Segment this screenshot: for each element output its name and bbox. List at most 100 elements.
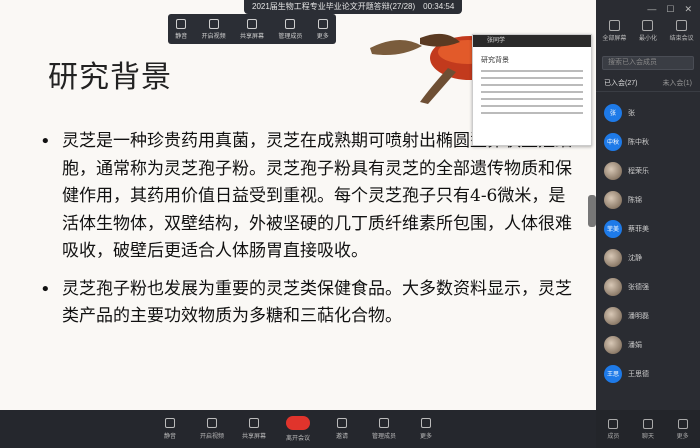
thumbnail-line [481,105,583,107]
slide-body: • 灵芝是一种珍贵药用真菌，灵芝在成熟期可喷射出椭圆型卵状生殖细胞，通常称为灵芝… [40,128,580,341]
participants-panel: — ☐ ✕ 全部屏幕 最小化 结束会议 搜索已入会成员 已入会(27) 未入会(… [596,0,700,448]
presenter-thumbnail[interactable]: 张同学 研究背景 [472,34,592,146]
thumbnail-line [481,70,583,72]
tool-label: 结束会议 [669,36,694,42]
top-mute-button[interactable]: 静音 [175,18,188,40]
participant-row[interactable]: 张张 [596,98,700,127]
chat-icon [642,418,653,429]
button-label: 共享屏幕 [241,434,266,440]
participant-row[interactable]: 潘娟 [596,330,700,359]
participant-name: 潘娟 [628,341,642,349]
participant-row[interactable]: 程荣乐 [596,156,700,185]
slide-scrollbar[interactable] [588,195,596,227]
tool-label: 最小化 [638,36,657,42]
avatar: 中秋 [604,132,622,151]
meeting-title: 2021届生物工程专业毕业论文开题答辩(27/28) 00:34:54 [244,0,463,14]
top-members-button[interactable]: 管理成员 [278,18,303,40]
participant-name: 陈中秋 [628,138,649,146]
avatar [604,190,622,209]
share-screen-icon [249,418,259,428]
menu-icon [677,418,688,429]
bullet-item: • 灵芝孢子粉也发展为重要的灵芝类保健食品。大多数资料显示，灵芝类产品的主要功效… [40,276,580,331]
more-button[interactable]: 更多 [408,418,444,440]
bullet-dot: • [40,278,51,300]
thumbnail-line [481,112,583,114]
participant-row[interactable]: 陈锦 [596,185,700,214]
leave-meeting-button[interactable]: 离开会议 [278,416,318,442]
button-label: 管理成员 [371,434,396,440]
window-controls: — ☐ ✕ [596,0,700,16]
button-label: 成员 [607,433,620,440]
member-search-input[interactable]: 搜索已入会成员 [602,56,694,70]
members-icon [379,418,389,428]
minimize-icon[interactable]: — [647,4,656,16]
fullscreen-button[interactable]: 全部屏幕 [602,20,626,54]
manage-members-button[interactable]: 管理成员 [366,418,402,440]
thumbnail-header: 张同学 [473,35,591,47]
button-label: 静音 [175,33,188,40]
participant-name: 潘明磊 [628,312,649,320]
thumbnail-line [481,91,583,93]
button-label: 更多 [316,33,329,40]
button-label: 离开会议 [285,436,310,442]
bullet-text: 灵芝孢子粉也发展为重要的灵芝类保健食品。大多数资料显示，灵芝类产品的主要功效物质… [62,278,572,327]
button-label: 开启视频 [199,434,224,440]
end-meeting-button[interactable]: 结束会议 [670,20,694,54]
invite-button[interactable]: 邀请 [324,418,360,440]
bottom-toolbar: 静音 开启视频 共享屏幕 离开会议 邀请 管理成员 更多 [0,410,596,448]
close-icon[interactable]: ✕ [684,4,692,16]
members-button[interactable]: 成员 [607,418,620,440]
member-tabs: 已入会(27) 未入会(1) [596,72,700,92]
minimize-window-icon [642,20,654,31]
more-icon [317,18,328,29]
bullet-dot: • [40,131,51,152]
minimize-button[interactable]: 最小化 [639,20,657,54]
invite-icon [337,418,347,428]
participant-name: 张 [628,109,635,117]
button-label: 邀请 [335,434,348,440]
participant-row[interactable]: 王思 王思德 [596,359,700,388]
members-icon [608,418,619,429]
panel-tools: 全部屏幕 最小化 结束会议 [596,16,700,54]
participant-name: 蔡菲美 [628,225,649,233]
tab-joined[interactable]: 已入会(27) [604,78,637,91]
tool-label: 全部屏幕 [602,36,627,42]
top-more-button[interactable]: 更多 [316,18,329,40]
participant-row[interactable]: 潘明磊 [596,301,700,330]
participant-row[interactable]: 中秋 陈中秋 [596,127,700,156]
chat-button[interactable]: 聊天 [642,418,654,440]
top-video-button[interactable]: 开启视频 [202,18,226,40]
button-label: 更多 [676,433,689,440]
members-icon [285,18,296,29]
camera-icon [208,18,219,29]
participant-row[interactable]: 张德强 [596,272,700,301]
participant-name: 陈锦 [628,196,642,204]
button-label: 共享屏幕 [239,33,264,40]
avatar: 菲美 [604,219,622,238]
panel-more-button[interactable]: 更多 [676,418,689,440]
tab-not-joined[interactable]: 未入会(1) [662,78,692,91]
button-label: 更多 [419,434,432,440]
maximize-icon[interactable]: ☐ [666,4,674,16]
avatar [604,306,622,325]
participant-row[interactable]: 沈静 [596,243,700,272]
top-share-button[interactable]: 共享屏幕 [239,18,264,40]
button-label: 静音 [163,434,176,440]
exit-icon [676,20,688,31]
bullet-text: 灵芝是一种珍贵药用真菌，灵芝在成熟期可喷射出椭圆型卵状生殖细胞，通常称为灵芝孢子… [62,131,572,261]
avatar: 王思 [604,364,622,383]
share-screen-icon [246,18,257,29]
mute-button[interactable]: 静音 [152,418,188,440]
thumbnail-title: 研究背景 [481,57,509,64]
avatar [604,161,622,180]
button-label: 管理成员 [278,33,303,40]
video-button[interactable]: 开启视频 [194,418,230,440]
avatar [604,248,622,267]
participant-name: 王思德 [628,370,649,378]
avatar [604,277,622,296]
microphone-icon [165,418,175,428]
thumbnail-line [481,98,583,100]
participant-row[interactable]: 菲美 蔡菲美 [596,214,700,243]
avatar: 张 [604,103,622,122]
share-screen-button[interactable]: 共享屏幕 [236,418,272,440]
